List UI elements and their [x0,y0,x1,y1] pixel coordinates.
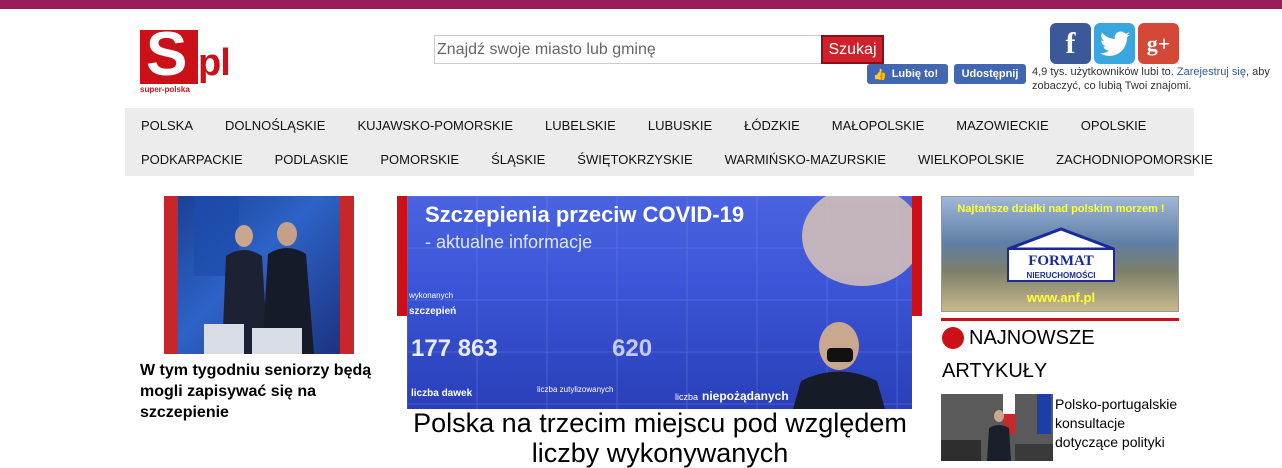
svg-text:wykonanych: wykonanych [408,291,453,300]
nav-item-lubuskie[interactable]: LUBUSKIE [648,118,712,133]
latest-article-title[interactable]: Polsko-portugalskie konsultacje dotycząc… [1055,395,1180,452]
share-label: Udostępnij [961,68,1019,80]
twitter-icon[interactable] [1094,23,1135,64]
like-label: Lubię to! [891,68,939,80]
thumbs-up-icon: 👍 [873,68,887,81]
site-logo[interactable]: S pl super-polska [140,24,231,96]
svg-text:liczba zutylizowanych: liczba zutylizowanych [537,385,613,394]
ad-headline: Najtańsze działki nad polskim morzem ! [957,203,1165,215]
ad-url: www.anf.pl [1026,290,1096,305]
nav-item-podlaskie[interactable]: PODLASKIE [275,152,349,167]
googleplus-icon[interactable]: g+ [1138,23,1179,64]
logo-letter: S [146,20,188,89]
svg-text:szczepień: szczepień [409,306,456,317]
facebook-glyph: f [1065,26,1076,60]
main-article-title[interactable]: Polska na trzecim miejscu pod względem l… [400,408,920,468]
svg-text:177 863: 177 863 [411,335,498,362]
nav-row-1: POLSKA DOLNOŚLĄSKIE KUJAWSKO-POMORSKIE L… [141,118,1178,133]
latest-article-thumbnail[interactable] [941,394,1053,461]
logo-subtitle: super-polska [140,85,190,94]
top-accent-bar [0,0,1282,9]
left-article-image[interactable] [164,196,354,354]
search-button[interactable]: Szukaj [821,35,884,64]
main-article-accent-left [397,196,407,316]
main-article-accent-right [912,196,922,316]
left-article-title[interactable]: W tym tygodniu seniorzy będą mogli zapis… [140,360,380,423]
twitter-bird-icon [1099,31,1130,56]
svg-text:NIERUCHOMOŚCI: NIERUCHOMOŚCI [1027,271,1096,280]
svg-text:- aktualne informacje: - aktualne informacje [425,232,592,252]
region-navigation: POLSKA DOLNOŚLĄSKIE KUJAWSKO-POMORSKIE L… [125,108,1213,176]
facebook-icon[interactable]: f [1050,23,1091,64]
nav-item-swietokrzyskie[interactable]: ŚWIĘTOKRZYSKIE [577,152,692,167]
nav-item-zachodniopomorskie[interactable]: ZACHODNIOPOMORSKIE [1056,152,1213,167]
nav-item-podkarpackie[interactable]: PODKARPACKIE [141,152,243,167]
nav-item-mazowieckie[interactable]: MAZOWIECKIE [956,118,1048,133]
nav-item-warminsko-mazurskie[interactable]: WARMIŃSKO-MAZURSKIE [725,152,886,167]
logo-suffix: pl [198,42,231,84]
latest-section-divider [941,318,1179,321]
nav-item-opolskie[interactable]: OPOLSKIE [1081,118,1147,133]
googleplus-glyph: g+ [1146,30,1171,56]
city-search-input[interactable] [434,35,822,64]
svg-text:Szczepienia przeciw COVID-19: Szczepienia przeciw COVID-19 [425,202,744,227]
svg-text:FORMAT: FORMAT [1028,253,1094,269]
nav-item-lubelskie[interactable]: LUBELSKIE [545,118,616,133]
nav-item-dolnoslaskie[interactable]: DOLNOŚLĄSKIE [225,118,325,133]
likes-count-text: 4,9 tys. użytkowników lubi to. [1032,66,1174,78]
nav-item-kujawsko-pomorskie[interactable]: KUJAWSKO-POMORSKIE [357,118,513,133]
main-article-image[interactable]: Szczepienia przeciw COVID-19 - aktualne … [407,196,912,409]
covid-briefing-illustration: Szczepienia przeciw COVID-19 - aktualne … [407,196,912,409]
facebook-likes-text: 4,9 tys. użytkowników lubi to. Zarejestr… [1032,65,1280,93]
nav-item-malopolskie[interactable]: MAŁOPOLSKIE [832,118,924,133]
facebook-like-button[interactable]: 👍 Lubię to! [867,64,948,84]
format-logo: FORMAT NIERUCHOMOŚCI [1007,227,1115,282]
nav-item-lodzkie[interactable]: ŁÓDZKIE [744,118,800,133]
latest-section-heading: NAJNOWSZE ARTYKUŁY [942,327,1095,382]
nav-item-wielkopolskie[interactable]: WIELKOPOLSKIE [918,152,1024,167]
press-conference-illustration [164,196,354,354]
facebook-share-button[interactable]: Udostępnij [954,64,1026,84]
nav-row-2: PODKARPACKIE PODLASKIE POMORSKIE ŚLĄSKIE… [141,152,1245,167]
svg-text:liczba dawek: liczba dawek [411,388,473,399]
nav-item-pomorskie[interactable]: POMORSKIE [380,152,459,167]
nav-item-slaskie[interactable]: ŚLĄSKIE [491,152,545,167]
svg-text:620: 620 [612,335,652,362]
advertisement-banner[interactable]: Najtańsze działki nad polskim morzem ! F… [941,196,1179,312]
nav-item-polska[interactable]: POLSKA [141,118,193,133]
register-link[interactable]: Zarejestruj się [1177,66,1246,78]
meeting-illustration [941,394,1053,461]
svg-text:liczba: liczba [675,392,698,402]
svg-text:niepożądanych: niepożądanych [702,389,789,403]
